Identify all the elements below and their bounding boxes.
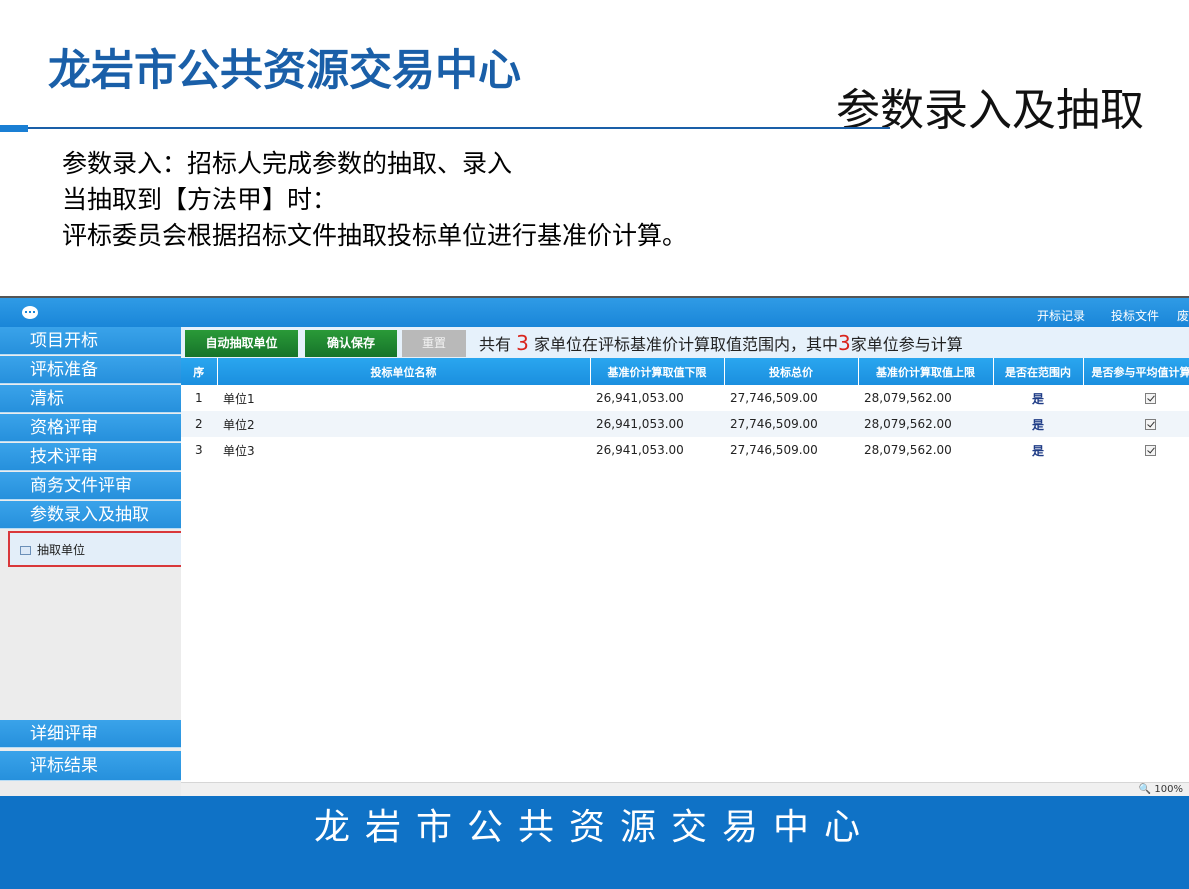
sidebar-item-params[interactable]: 参数录入及抽取: [0, 501, 181, 529]
cell-lower: 26,941,053.00: [596, 391, 684, 405]
cell-name: 单位2: [217, 411, 590, 437]
table-header-row: 序 投标单位名称 基准价计算取值下限 投标总价 基准价计算取值上限 是否在范围内…: [181, 358, 1189, 385]
intro-line: 参数录入：招标人完成参数的抽取、录入: [62, 149, 513, 178]
col-header-upper[interactable]: 基准价计算取值上限: [858, 358, 994, 385]
sidebar-item-qualification[interactable]: 资格评审: [0, 414, 181, 442]
col-header-in-range[interactable]: 是否在范围内: [993, 358, 1084, 385]
status-bar: 🔍 100%: [181, 782, 1189, 796]
app-topbar: 开标记录 投标文件 废: [0, 296, 1189, 327]
subnav-label: 抽取单位: [37, 543, 86, 557]
summary-prefix: 共有: [479, 335, 512, 354]
sidebar-item-technical[interactable]: 技术评审: [0, 443, 181, 471]
cell-total: 27,746,509.00: [730, 391, 818, 405]
summary-middle: 家单位在评标基准价计算取值范围内，其中: [533, 335, 838, 354]
cell-name: 单位1: [223, 391, 255, 406]
table-row[interactable]: 3 单位3 26,941,053.00 27,746,509.00 28,079…: [181, 437, 1189, 463]
sidebar-item-commercial[interactable]: 商务文件评审: [0, 472, 181, 500]
cell-participate: [1083, 411, 1189, 437]
cell-no: 1: [195, 391, 203, 405]
top-link-truncated[interactable]: 废: [1177, 307, 1189, 324]
cell-upper: 28,079,562.00: [858, 411, 993, 437]
table-row[interactable]: 1 单位1 26,941,053.00 27,746,509.00 28,079…: [181, 385, 1189, 411]
cell-upper: 28,079,562.00: [864, 391, 952, 405]
col-header-total[interactable]: 投标总价: [724, 358, 859, 385]
in-range-value: 是: [1031, 443, 1044, 458]
sidebar-item-result[interactable]: 评标结果: [0, 751, 181, 781]
summary-suffix: 家单位参与计算: [850, 335, 963, 354]
cell-lower: 26,941,053.00: [590, 411, 724, 437]
top-link-bid-files[interactable]: 投标文件: [1111, 307, 1159, 324]
org-title: 龙岩市公共资源交易中心: [48, 46, 521, 96]
top-link-opening-record[interactable]: 开标记录: [1037, 307, 1085, 324]
confirm-save-button[interactable]: 确认保存: [305, 330, 397, 357]
in-range-value: 是: [1031, 391, 1044, 406]
sidebar-item-preparation[interactable]: 评标准备: [0, 356, 181, 384]
intro-line: 评标委员会根据招标文件抽取投标单位进行基准价计算。: [62, 221, 688, 250]
bidder-table: 序 投标单位名称 基准价计算取值下限 投标总价 基准价计算取值上限 是否在范围内…: [181, 358, 1189, 463]
cell-no: 3: [195, 443, 203, 457]
sidebar-item-clearing[interactable]: 清标: [0, 385, 181, 413]
cell-no: 2: [181, 411, 217, 437]
toolbar: 自动抽取单位 确认保存 重置 共有 3 家单位在评标基准价计算取值范围内，其中3…: [181, 327, 1189, 358]
col-header-lower[interactable]: 基准价计算取值下限: [590, 358, 725, 385]
cell-participate: [1083, 437, 1189, 463]
app-window: 开标记录 投标文件 废 项目开标 评标准备 清标 资格评审 技术评审 商务文件评…: [0, 296, 1189, 796]
participate-checkbox[interactable]: [1145, 393, 1156, 404]
footer-org-name: 龙岩市公共资源交易中心: [313, 807, 875, 848]
cell-in-range: 是: [993, 411, 1083, 437]
title-rule: [28, 127, 890, 129]
reset-button[interactable]: 重置: [402, 330, 466, 357]
footer-banner: 龙岩市公共资源交易中心: [0, 796, 1189, 889]
sidebar-item-opening[interactable]: 项目开标: [0, 327, 181, 355]
cell-in-range: 是: [993, 437, 1083, 463]
title-rule-accent: [0, 125, 28, 132]
subnav-highlight: 抽取单位: [8, 531, 185, 567]
zoom-level[interactable]: 🔍 100%: [1139, 784, 1183, 795]
cell-total: 27,746,509.00: [730, 443, 818, 457]
subnav-item-extract[interactable]: 抽取单位: [20, 541, 85, 558]
intro-line: 当抽取到【方法甲】时：: [62, 185, 338, 214]
auto-extract-button[interactable]: 自动抽取单位: [185, 330, 298, 357]
cell-in-range: 是: [993, 385, 1083, 411]
document-icon: [20, 546, 31, 555]
cell-lower: 26,941,053.00: [596, 443, 684, 457]
sidebar-item-detailed[interactable]: 详细评审: [0, 720, 181, 748]
in-range-value: 是: [1031, 417, 1044, 432]
zoom-value: 100%: [1154, 784, 1183, 795]
participate-checkbox[interactable]: [1145, 419, 1156, 430]
cell-total: 27,746,509.00: [724, 411, 858, 437]
participate-checkbox[interactable]: [1145, 445, 1156, 456]
summary-count-participating: 3: [837, 331, 851, 355]
sidebar: 项目开标 评标准备 清标 资格评审 技术评审 商务文件评审 参数录入及抽取 抽取…: [0, 327, 185, 796]
cell-name: 单位3: [223, 443, 255, 458]
cell-participate: [1083, 385, 1189, 411]
chat-icon[interactable]: [22, 306, 38, 319]
summary-count-in-range: 3: [516, 331, 529, 355]
summary-text: 共有 3 家单位在评标基准价计算取值范围内，其中3家单位参与计算: [479, 330, 963, 358]
intro-text: 参数录入：招标人完成参数的抽取、录入 当抽取到【方法甲】时： 评标委员会根据招标…: [62, 146, 687, 254]
cell-upper: 28,079,562.00: [864, 443, 952, 457]
col-header-name[interactable]: 投标单位名称: [217, 358, 591, 385]
top-links: 开标记录 投标文件 废: [1011, 307, 1189, 324]
col-header-no[interactable]: 序: [181, 358, 218, 385]
col-header-participate[interactable]: 是否参与平均值计算: [1083, 358, 1189, 385]
table-row[interactable]: 2 单位2 26,941,053.00 27,746,509.00 28,079…: [181, 411, 1189, 437]
main-panel: 自动抽取单位 确认保存 重置 共有 3 家单位在评标基准价计算取值范围内，其中3…: [181, 327, 1189, 782]
